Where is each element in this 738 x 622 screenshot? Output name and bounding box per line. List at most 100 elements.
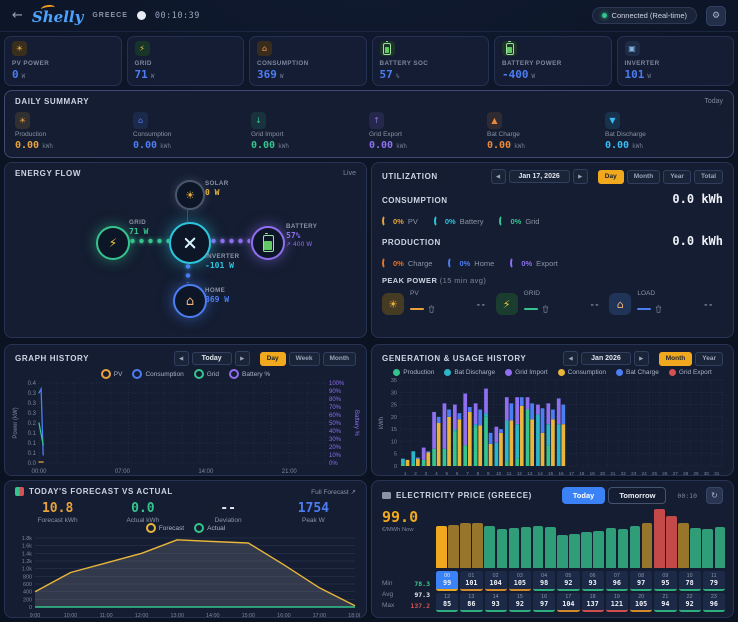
- price-bar-hour-12[interactable]: [581, 532, 592, 568]
- generation-period-prev-button[interactable]: ◀: [563, 351, 578, 366]
- graph-history-period-next-button[interactable]: ▶: [235, 351, 250, 366]
- price-bar-hour-10[interactable]: [557, 535, 568, 568]
- settings-gear-icon[interactable]: ⚙: [706, 6, 726, 26]
- legend-bat-charge: Bat Charge: [616, 369, 659, 376]
- generation-period-label[interactable]: Jan 2026: [581, 352, 631, 365]
- peak-item-info: PV: [410, 290, 435, 318]
- price-bar-hour-09[interactable]: [545, 527, 556, 568]
- price-bar-hour-00[interactable]: [436, 526, 447, 568]
- price-hour-cell-03[interactable]: 03105: [509, 571, 531, 591]
- theme-toggle[interactable]: [137, 11, 146, 20]
- tab-month[interactable]: Month: [627, 170, 661, 184]
- tab-year[interactable]: Year: [695, 352, 723, 366]
- price-hour-cell-09[interactable]: 0995: [654, 571, 676, 591]
- price-cell-value: 86: [460, 600, 482, 608]
- price-bar-hour-02[interactable]: [460, 523, 471, 568]
- price-bar-hour-07[interactable]: [521, 527, 532, 568]
- tab-month[interactable]: Month: [659, 352, 693, 366]
- price-bar-hour-03[interactable]: [472, 523, 483, 568]
- price-bar-hour-19[interactable]: [666, 516, 677, 568]
- graph-history-period-prev-button[interactable]: ◀: [174, 351, 189, 366]
- price-hour-cell-20[interactable]: 20105: [630, 593, 652, 613]
- price-hour-cell-11[interactable]: 1179: [703, 571, 725, 591]
- summary-item-unit: kWh: [632, 143, 643, 150]
- stat-card-battery-soc[interactable]: BATTERY SOC57%: [372, 36, 490, 86]
- price-bar-hour-13[interactable]: [593, 531, 604, 568]
- back-button[interactable]: ←: [12, 8, 23, 23]
- svg-text:17:00: 17:00: [313, 613, 327, 619]
- peak-item-trash[interactable]: [428, 300, 435, 318]
- price-bar-hour-17[interactable]: [642, 523, 653, 568]
- peak-item-trash[interactable]: [655, 300, 662, 318]
- price-hour-cell-23[interactable]: 2396: [703, 593, 725, 613]
- price-bar-hour-18[interactable]: [654, 509, 665, 568]
- price-bar-hour-15[interactable]: [618, 529, 629, 568]
- peak-item-trash[interactable]: [542, 300, 549, 318]
- tab-week[interactable]: Week: [289, 352, 320, 366]
- price-hour-cell-13[interactable]: 1386: [460, 593, 482, 613]
- utilization-date-label[interactable]: Jan 17, 2026: [509, 170, 570, 183]
- tab-day[interactable]: Day: [260, 352, 286, 366]
- svg-text:0.1: 0.1: [28, 441, 37, 447]
- price-hour-cell-04[interactable]: 0498: [533, 571, 555, 591]
- price-hour-cell-08[interactable]: 0897: [630, 571, 652, 591]
- price-bar-hour-16[interactable]: [630, 526, 641, 568]
- tab-day[interactable]: Day: [598, 170, 624, 184]
- price-hour-cell-17[interactable]: 17104: [557, 593, 579, 613]
- tab-year[interactable]: Year: [663, 170, 691, 184]
- refresh-icon[interactable]: ↻: [706, 487, 723, 504]
- price-bar-hour-23[interactable]: [715, 527, 726, 568]
- price-hour-cell-16[interactable]: 1697: [533, 593, 555, 613]
- trash-icon[interactable]: [655, 305, 662, 313]
- price-hour-cell-07[interactable]: 0796: [606, 571, 628, 591]
- price-hour-cell-12[interactable]: 1285: [436, 593, 458, 613]
- price-hour-cell-21[interactable]: 2194: [654, 593, 676, 613]
- trash-icon[interactable]: [428, 305, 435, 313]
- price-bar-hour-14[interactable]: [606, 528, 617, 568]
- stat-card-inverter[interactable]: ▣INVERTER101W: [617, 36, 735, 86]
- price-bar-hour-04[interactable]: [484, 526, 495, 568]
- tab-month[interactable]: Month: [323, 352, 357, 366]
- tab-tomorrow[interactable]: Tomorrow: [608, 487, 666, 504]
- price-bar-hour-22[interactable]: [702, 529, 713, 568]
- price-chart-block: 0099011010210403105049805920693079608970…: [436, 508, 725, 612]
- grid-node[interactable]: ⚡: [96, 226, 130, 260]
- generation-period-next-button[interactable]: ▶: [634, 351, 649, 366]
- utilization-date-prev-button[interactable]: ◀: [491, 169, 506, 184]
- svg-text:100%: 100%: [329, 381, 345, 387]
- stat-card-pv-power[interactable]: ☀PV POWER0W: [4, 36, 122, 86]
- full-forecast-link[interactable]: Full Forecast ↗: [311, 488, 356, 496]
- utilization-date-next-button[interactable]: ▶: [573, 169, 588, 184]
- price-hour-cell-00-current[interactable]: 0099: [436, 571, 458, 591]
- battery-node[interactable]: [251, 226, 285, 260]
- price-hour-cell-18[interactable]: 18137: [582, 593, 604, 613]
- price-hour-cell-22[interactable]: 2292: [679, 593, 701, 613]
- trash-icon[interactable]: [542, 305, 549, 313]
- price-hour-cell-14[interactable]: 1493: [485, 593, 507, 613]
- price-hour-cell-02[interactable]: 02104: [485, 571, 507, 591]
- price-bar-hour-01[interactable]: [448, 525, 459, 568]
- price-hour-cell-19[interactable]: 19121: [606, 593, 628, 613]
- price-bar-hour-08[interactable]: [533, 526, 544, 568]
- price-title: ELECTRICITY PRICE (GREECE): [396, 491, 532, 500]
- stat-card-consumption[interactable]: ⌂CONSUMPTION369W: [249, 36, 367, 86]
- price-bar-hour-06[interactable]: [509, 528, 520, 568]
- stat-card-battery-power[interactable]: BATTERY POWER-400W: [494, 36, 612, 86]
- price-hour-cell-15[interactable]: 1592: [509, 593, 531, 613]
- price-hour-cell-06[interactable]: 0693: [582, 571, 604, 591]
- price-bar-hour-21[interactable]: [690, 528, 701, 568]
- price-bar-hour-05[interactable]: [497, 529, 508, 568]
- graph-history-period-label[interactable]: Today: [192, 352, 232, 365]
- tab-total[interactable]: Total: [694, 170, 723, 184]
- stat-card-grid[interactable]: ⚡GRID71W: [127, 36, 245, 86]
- peak-power-section: PEAK POWER (15 min avg) ☀PV--⚡GRID--⌂LOA…: [382, 276, 723, 318]
- home-node[interactable]: ⌂: [173, 284, 207, 318]
- price-hour-cell-10[interactable]: 1078: [679, 571, 701, 591]
- price-bar-hour-11[interactable]: [569, 534, 580, 568]
- price-bar-hour-20[interactable]: [678, 523, 689, 568]
- price-hour-cell-01[interactable]: 01101: [460, 571, 482, 591]
- price-hour-cell-05[interactable]: 0592: [557, 571, 579, 591]
- solar-node[interactable]: ☀: [175, 180, 205, 210]
- generation-date-nav: ◀Jan 2026▶: [563, 351, 649, 366]
- tab-today[interactable]: Today: [562, 487, 606, 504]
